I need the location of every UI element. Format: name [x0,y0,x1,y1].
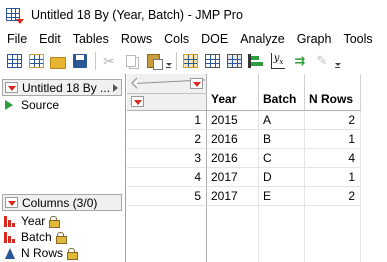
lock-icon [55,232,67,244]
new-script-button[interactable] [26,51,46,71]
copy-icon [126,55,136,67]
toolbar: ✂ yx ⇉ ✎ [0,48,387,74]
menu-analyze[interactable]: Analyze [234,32,290,46]
rows-red-triangle-icon[interactable] [131,96,144,107]
columns-panel-header[interactable]: Columns (3/0) [2,194,122,211]
cols-view-button[interactable] [224,51,244,71]
red-triangle-menu-icon[interactable] [5,197,18,208]
table-layout-button[interactable] [202,51,222,71]
empty-row-area [127,206,207,262]
fit-y-by-x-button[interactable]: yx [268,51,288,71]
expand-arrow-icon[interactable] [113,83,118,92]
columns-list: Year Batch N Rows [4,213,79,261]
table-cell[interactable]: 2 [305,111,361,130]
column-header-batch[interactable]: Batch [259,74,305,111]
table-cell[interactable]: 2016 [207,130,259,149]
jmp-table-icon [6,7,24,24]
table-cell[interactable]: D [259,168,305,187]
table-cell[interactable]: 4 [305,149,361,168]
table-cell[interactable]: E [259,187,305,206]
table-cell[interactable]: A [259,111,305,130]
save-button[interactable] [70,51,90,71]
table-cell[interactable]: 1 [305,168,361,187]
toolbar-separator [95,52,96,70]
column-header-n-rows[interactable]: N Rows [305,74,361,111]
scroll-left-arrow-icon[interactable] [131,77,137,89]
copy-button[interactable] [121,51,141,71]
column-item-n-rows[interactable]: N Rows [4,245,79,261]
paste-button[interactable] [143,51,163,71]
red-triangle-menu-icon[interactable] [190,78,203,89]
row-number[interactable]: 1 [127,111,207,130]
column-name: N Rows [21,246,64,260]
grid-corner [127,74,207,111]
table-cell[interactable]: 2015 [207,111,259,130]
column-name: Year [21,214,46,228]
table-layout-icon [204,54,220,68]
menu-file[interactable]: File [0,32,33,46]
fit-model-button[interactable]: ⇉ [290,51,310,71]
new-script-icon [28,54,44,68]
bar-chart-icon [248,54,264,68]
play-icon[interactable] [5,100,13,110]
menu-edit[interactable]: Edit [33,32,67,46]
nominal-column-icon [4,215,16,227]
distribution-button[interactable] [246,51,266,71]
table-grid-icon [182,54,198,68]
column-header-year[interactable]: Year [207,74,259,111]
fit-y-by-x-icon: yx [270,53,286,69]
row-number[interactable]: 5 [127,187,207,206]
table-name: Untitled 18 By ... [22,80,111,95]
window-title: Untitled 18 By (Year, Batch) - JMP Pro [31,8,243,22]
menu-cols[interactable]: Cols [158,32,195,46]
row-number[interactable]: 3 [127,149,207,168]
cut-button[interactable]: ✂ [99,51,119,71]
new-table-icon [6,54,22,68]
scissors-icon: ✂ [103,52,115,69]
new-data-table-button[interactable] [4,51,24,71]
left-panel: Untitled 18 By ... Source Columns (3/0) … [0,74,126,262]
lock-icon [49,216,61,228]
toolbar-overflow-icon[interactable] [334,51,342,71]
nominal-column-icon [4,231,16,243]
paste-icon [146,54,163,70]
menu-tables[interactable]: Tables [67,32,115,46]
table-cell[interactable]: 1 [305,130,361,149]
red-triangle-menu-icon[interactable] [5,82,18,93]
fit-model-icon: ⇉ [294,53,306,68]
menu-graph[interactable]: Graph [291,32,338,46]
source-script[interactable]: Source [5,98,59,112]
save-icon [73,54,87,68]
table-cell[interactable]: 2 [305,187,361,206]
menu-doe[interactable]: DOE [195,32,234,46]
toolbar-separator [176,52,177,70]
columns-count: Columns (3/0) [22,195,98,210]
table-cell[interactable]: 2017 [207,168,259,187]
menu-bar: File Edit Tables Rows Cols DOE Analyze G… [0,30,387,48]
menu-rows[interactable]: Rows [115,32,158,46]
title-bar: Untitled 18 By (Year, Batch) - JMP Pro [0,0,387,30]
column-item-batch[interactable]: Batch [4,229,76,245]
table-panel-header[interactable]: Untitled 18 By ... [2,79,122,96]
source-label: Source [21,98,60,112]
row-number[interactable]: 2 [127,130,207,149]
column-name: Batch [21,230,52,244]
data-grid: Year Batch N Rows 1 2015 A 2 2 2016 B 1 … [127,74,387,262]
open-button[interactable] [48,51,68,71]
table-cell[interactable]: 2017 [207,187,259,206]
table-cell[interactable]: 2016 [207,149,259,168]
pen-icon: ✎ [316,53,328,68]
row-number[interactable]: 4 [127,168,207,187]
pen-tool-button[interactable]: ✎ [312,51,332,71]
table-cell[interactable]: B [259,130,305,149]
table-cell[interactable]: C [259,149,305,168]
toolbar-overflow-icon[interactable] [165,51,173,71]
folder-icon [50,56,66,69]
columns-icon [226,54,242,68]
menu-tools[interactable]: Tools [337,32,378,46]
continuous-column-icon [4,247,16,259]
data-table-view-button[interactable] [180,51,200,71]
lock-icon [67,248,79,260]
column-item-year[interactable]: Year [4,213,76,229]
